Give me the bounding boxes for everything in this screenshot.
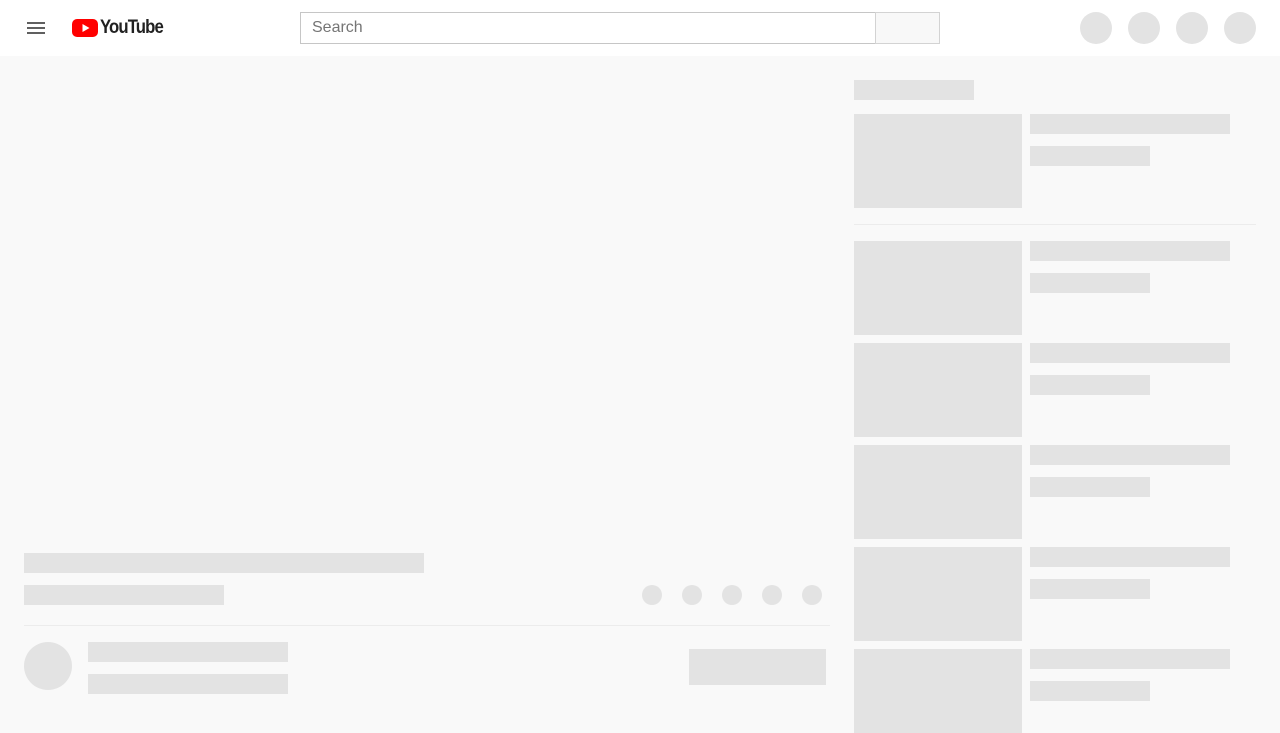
related-thumbnail-placeholder[interactable] (854, 241, 1022, 335)
related-divider (854, 224, 1256, 225)
masthead: YouTube (0, 0, 1280, 56)
related-meta-placeholder (1030, 681, 1150, 701)
channel-avatar-placeholder[interactable] (24, 642, 72, 690)
related-thumbnail-placeholder[interactable] (854, 547, 1022, 641)
action-button-placeholder-1[interactable] (642, 585, 662, 605)
related-thumbnail-placeholder[interactable] (854, 649, 1022, 733)
subscriber-count-placeholder (88, 674, 288, 694)
youtube-play-logo-icon (72, 19, 98, 37)
info-divider (24, 625, 830, 626)
youtube-logo[interactable]: YouTube (72, 17, 171, 39)
view-count-placeholder (24, 585, 224, 605)
masthead-icon-placeholder-1[interactable] (1080, 12, 1112, 44)
hamburger-menu-icon (27, 22, 45, 34)
action-button-placeholder-3[interactable] (722, 585, 742, 605)
guide-menu-button[interactable] (24, 16, 48, 40)
masthead-icon-placeholder-3[interactable] (1176, 12, 1208, 44)
masthead-icon-placeholder-4[interactable] (1224, 12, 1256, 44)
video-player-placeholder[interactable] (0, 56, 854, 536)
search-input[interactable] (300, 12, 876, 44)
related-title-placeholder (1030, 649, 1230, 669)
related-thumbnail-placeholder[interactable] (854, 445, 1022, 539)
related-title-placeholder (1030, 114, 1230, 134)
related-thumbnail-placeholder[interactable] (854, 343, 1022, 437)
channel-name-placeholder (88, 642, 288, 662)
youtube-logo-text: YouTube (100, 17, 164, 38)
related-meta-placeholder (1030, 579, 1150, 599)
video-title-placeholder (24, 553, 424, 573)
related-title-placeholder (1030, 343, 1230, 363)
action-button-placeholder-2[interactable] (682, 585, 702, 605)
action-button-placeholder-4[interactable] (762, 585, 782, 605)
related-title-placeholder (1030, 241, 1230, 261)
up-next-heading-placeholder (854, 80, 974, 100)
related-meta-placeholder (1030, 146, 1150, 166)
masthead-icon-placeholder-2[interactable] (1128, 12, 1160, 44)
related-thumbnail-placeholder[interactable] (854, 114, 1022, 208)
action-button-placeholder-5[interactable] (802, 585, 822, 605)
related-title-placeholder (1030, 547, 1230, 567)
related-title-placeholder (1030, 445, 1230, 465)
related-meta-placeholder (1030, 375, 1150, 395)
related-meta-placeholder (1030, 477, 1150, 497)
search-button[interactable] (875, 12, 940, 44)
subscribe-button-placeholder[interactable] (689, 649, 826, 685)
related-meta-placeholder (1030, 273, 1150, 293)
